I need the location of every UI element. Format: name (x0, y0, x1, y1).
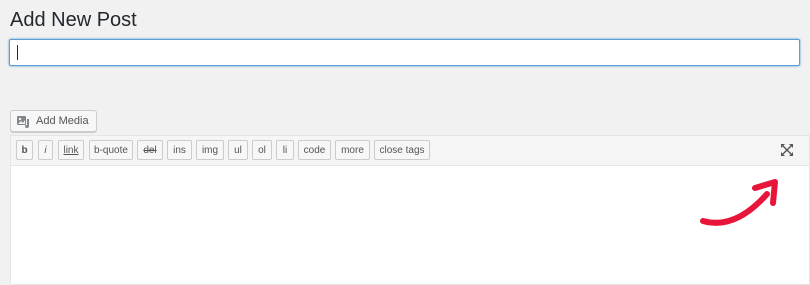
ol-button[interactable]: ol (252, 140, 272, 160)
del-button[interactable]: del (137, 140, 163, 160)
blockquote-button[interactable]: b-quote (89, 140, 133, 160)
add-media-button[interactable]: Add Media (10, 110, 97, 132)
li-button[interactable]: li (276, 140, 294, 160)
italic-button[interactable]: i (38, 140, 53, 160)
bold-button[interactable]: b (16, 140, 33, 160)
text-caret (17, 45, 18, 60)
more-button[interactable]: more (335, 140, 370, 160)
add-media-label: Add Media (36, 115, 89, 127)
link-button[interactable]: link (58, 140, 84, 160)
quicktags-toolbar: b i link b-quote del ins img ul ol li co… (11, 136, 809, 166)
editor: b i link b-quote del ins img ul ol li co… (10, 135, 810, 285)
img-button[interactable]: img (196, 140, 224, 160)
fullscreen-icon (780, 143, 794, 157)
code-button[interactable]: code (298, 140, 331, 160)
ul-button[interactable]: ul (228, 140, 248, 160)
close-tags-button[interactable]: close tags (374, 140, 430, 160)
editor-textarea[interactable] (11, 166, 809, 284)
fullscreen-button[interactable] (778, 141, 796, 159)
page-title: Add New Post (10, 9, 137, 31)
post-title-input[interactable] (9, 39, 800, 66)
ins-button[interactable]: ins (167, 140, 192, 160)
add-media-icon (16, 113, 32, 129)
